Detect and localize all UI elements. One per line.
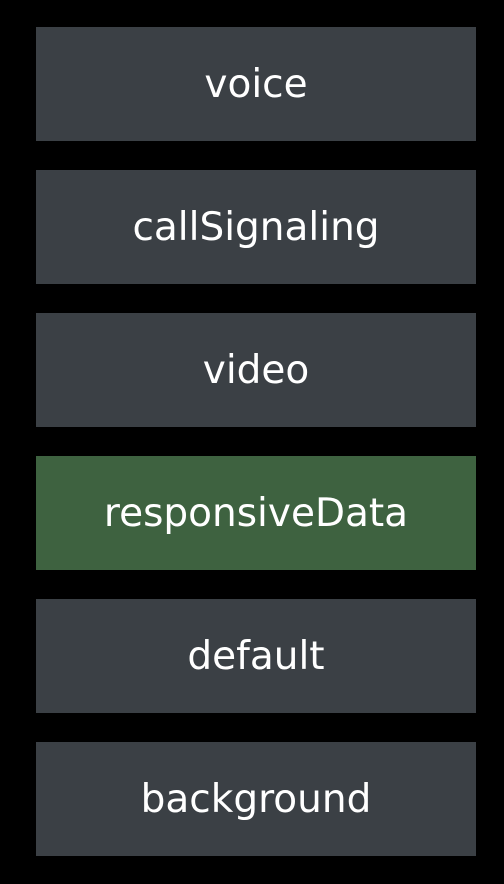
service-type-call-signaling[interactable]: callSignaling <box>36 170 476 284</box>
service-type-label: default <box>187 633 325 679</box>
service-type-background[interactable]: background <box>36 742 476 856</box>
service-type-list: voice callSignaling video responsiveData… <box>36 27 476 856</box>
service-type-label: video <box>202 347 310 393</box>
service-type-label: background <box>140 776 372 822</box>
service-type-responsive-data[interactable]: responsiveData <box>36 456 476 570</box>
service-type-video[interactable]: video <box>36 313 476 427</box>
service-type-label: callSignaling <box>132 204 380 250</box>
service-type-label: voice <box>204 61 308 107</box>
service-type-label: responsiveData <box>103 490 409 536</box>
service-type-default[interactable]: default <box>36 599 476 713</box>
service-type-voice[interactable]: voice <box>36 27 476 141</box>
